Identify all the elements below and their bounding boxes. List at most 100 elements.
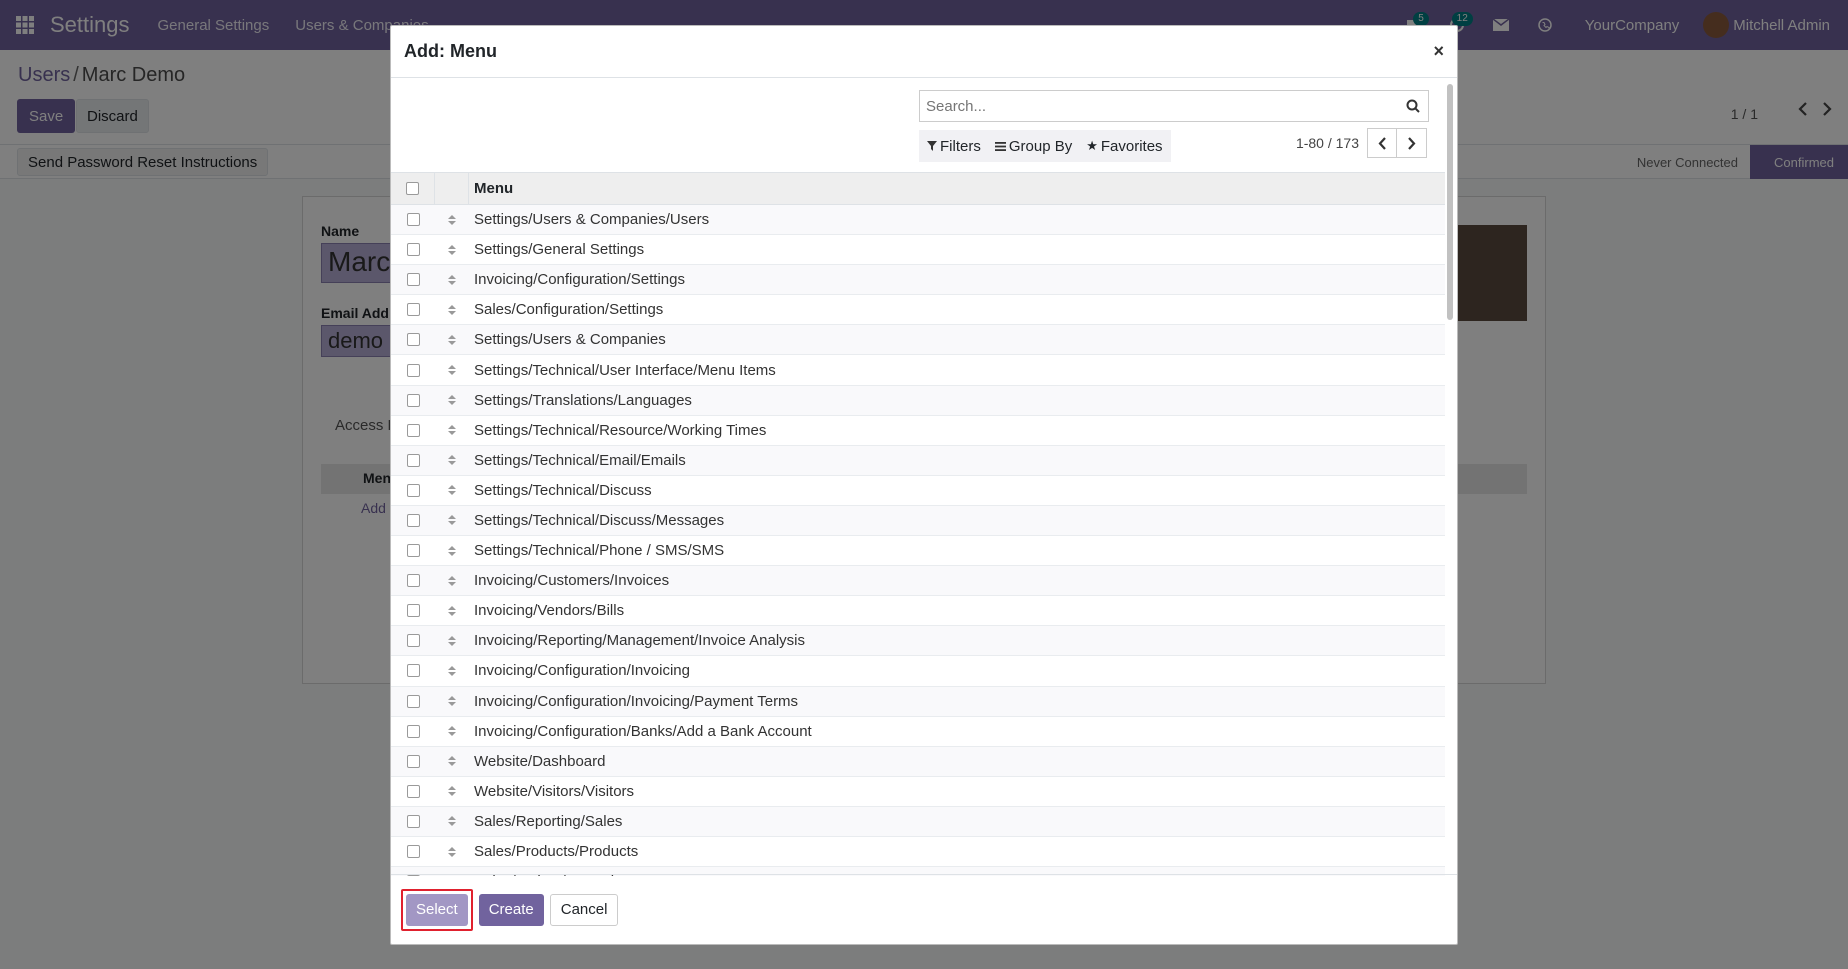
drag-handle-icon[interactable] xyxy=(435,596,469,625)
row-checkbox[interactable] xyxy=(406,664,420,678)
drag-handle-icon[interactable] xyxy=(435,777,469,806)
drag-handle-icon[interactable] xyxy=(435,747,469,776)
row-checkbox[interactable] xyxy=(406,604,420,618)
cancel-button[interactable]: Cancel xyxy=(549,893,619,926)
row-checkbox[interactable] xyxy=(406,453,420,467)
table-row[interactable]: Sales/Products/Products xyxy=(391,837,1445,868)
row-checkbox[interactable] xyxy=(406,213,420,227)
row-checkbox[interactable] xyxy=(406,303,420,317)
table-row[interactable]: Invoicing/Reporting/Management/Invoice A… xyxy=(391,626,1445,657)
drag-handle-icon[interactable] xyxy=(435,656,469,685)
row-checkbox[interactable] xyxy=(406,724,420,738)
table-row[interactable]: Settings/Technical/Phone / SMS/SMS xyxy=(391,536,1445,567)
list-prev-button[interactable] xyxy=(1367,128,1397,158)
table-row[interactable]: Website/Dashboard xyxy=(391,746,1445,777)
table-row[interactable]: Settings/Technical/User Interface/Menu I… xyxy=(391,355,1445,386)
row-menu-name: Settings/Technical/User Interface/Menu I… xyxy=(474,361,776,379)
drag-handle-icon[interactable] xyxy=(435,687,469,716)
drag-handle-icon[interactable] xyxy=(435,837,469,866)
row-menu-name: Settings/Technical/Discuss xyxy=(474,481,652,499)
scrollbar-thumb[interactable] xyxy=(1447,84,1453,320)
table-row[interactable]: Invoicing/Vendors/Bills xyxy=(391,596,1445,627)
row-menu-name: Settings/Technical/Discuss/Messages xyxy=(474,511,725,529)
drag-handle-icon[interactable] xyxy=(435,325,469,354)
search-icon[interactable] xyxy=(1398,91,1428,121)
scrollbar[interactable] xyxy=(1447,84,1453,884)
drag-handle-icon[interactable] xyxy=(435,386,469,415)
row-checkbox[interactable] xyxy=(406,784,420,798)
row-checkbox[interactable] xyxy=(406,333,420,347)
row-checkbox[interactable] xyxy=(406,754,420,768)
favorites-label: Favorites xyxy=(1100,137,1163,155)
table-row[interactable]: Invoicing/Configuration/Settings xyxy=(391,265,1445,296)
table-row[interactable]: Settings/Technical/Discuss/Messages xyxy=(391,505,1445,537)
menu-list-table: Menu Settings/Users & Companies/Users Set… xyxy=(391,172,1445,876)
drag-handle-icon[interactable] xyxy=(435,506,469,535)
list-pager-value[interactable]: 1-80 / 173 xyxy=(1296,135,1359,151)
drag-handle-icon[interactable] xyxy=(435,807,469,836)
drag-handle-icon[interactable] xyxy=(435,566,469,595)
drag-handle-icon[interactable] xyxy=(435,536,469,565)
row-checkbox[interactable] xyxy=(406,273,420,287)
row-checkbox[interactable] xyxy=(406,423,420,437)
table-row[interactable]: Invoicing/Customers/Invoices xyxy=(391,566,1445,597)
modal-title: Add: Menu xyxy=(404,41,497,61)
row-checkbox[interactable] xyxy=(406,363,420,377)
create-button[interactable]: Create xyxy=(478,893,544,926)
row-menu-name: Invoicing/Configuration/Invoicing/Paymen… xyxy=(474,692,799,710)
row-menu-name: Settings/Technical/Email/Emails xyxy=(474,451,686,469)
drag-handle-icon[interactable] xyxy=(435,476,469,505)
row-checkbox[interactable] xyxy=(406,483,420,497)
groupby-toggle[interactable]: Group By xyxy=(994,138,1072,155)
search-input[interactable] xyxy=(920,97,1398,115)
row-checkbox[interactable] xyxy=(406,694,420,708)
table-row[interactable]: Settings/Translations/Languages xyxy=(391,385,1445,416)
drag-handle-icon[interactable] xyxy=(435,355,469,384)
table-body: Settings/Users & Companies/Users Settings… xyxy=(391,205,1445,876)
table-row[interactable]: Invoicing/Configuration/Invoicing xyxy=(391,656,1445,687)
drag-handle-icon[interactable] xyxy=(435,416,469,445)
drag-handle-icon[interactable] xyxy=(435,626,469,655)
row-menu-name: Invoicing/Configuration/Settings xyxy=(474,271,685,289)
drag-handle-icon[interactable] xyxy=(435,265,469,294)
filters-label: Filters xyxy=(940,137,981,155)
column-header-menu[interactable]: Menu xyxy=(469,180,513,197)
table-row[interactable]: Settings/Technical/Resource/Working Time… xyxy=(391,416,1445,446)
table-row[interactable]: Settings/Users & Companies xyxy=(391,325,1445,356)
table-row[interactable]: Settings/Technical/Discuss xyxy=(391,476,1445,506)
row-checkbox[interactable] xyxy=(406,513,420,527)
row-menu-name: Sales/Configuration/Settings xyxy=(474,301,664,319)
table-row[interactable]: Invoicing/Configuration/Banks/Add a Bank… xyxy=(391,717,1445,747)
list-next-button[interactable] xyxy=(1397,128,1427,158)
row-menu-name: Sales/Products/Products xyxy=(474,843,639,861)
star-icon: ★ xyxy=(1086,138,1098,153)
row-checkbox[interactable] xyxy=(406,814,420,828)
table-row[interactable]: Sales/Reporting/Sales xyxy=(391,806,1445,837)
drag-handle-icon[interactable] xyxy=(435,717,469,746)
drag-handle-icon[interactable] xyxy=(435,446,469,475)
table-row[interactable]: Website/Visitors/Visitors xyxy=(391,777,1445,807)
row-checkbox[interactable] xyxy=(406,544,420,558)
row-checkbox[interactable] xyxy=(406,574,420,588)
row-checkbox[interactable] xyxy=(406,845,420,859)
drag-handle-icon[interactable] xyxy=(435,205,469,234)
table-row[interactable]: Settings/Users & Companies/Users xyxy=(391,205,1445,236)
close-icon[interactable]: × xyxy=(1433,41,1444,62)
select-button[interactable]: Select xyxy=(406,893,468,926)
favorites-toggle[interactable]: ★ Favorites xyxy=(1086,138,1162,155)
table-row[interactable]: Settings/General Settings xyxy=(391,235,1445,266)
table-row[interactable]: Invoicing/Configuration/Invoicing/Paymen… xyxy=(391,686,1445,717)
row-menu-name: Invoicing/Configuration/Invoicing xyxy=(474,662,690,680)
filters-toggle[interactable]: Filters xyxy=(927,138,981,155)
row-checkbox[interactable] xyxy=(406,393,420,407)
row-checkbox[interactable] xyxy=(406,243,420,257)
drag-handle-icon[interactable] xyxy=(435,295,469,324)
row-menu-name: Invoicing/Configuration/Banks/Add a Bank… xyxy=(474,722,812,740)
row-menu-name: Settings/Users & Companies xyxy=(474,331,666,349)
modal-header: Add: Menu × xyxy=(391,26,1457,78)
table-row[interactable]: Sales/Configuration/Settings xyxy=(391,295,1445,326)
drag-handle-icon[interactable] xyxy=(435,235,469,264)
table-row[interactable]: Settings/Technical/Email/Emails xyxy=(391,445,1445,476)
row-checkbox[interactable] xyxy=(406,634,420,648)
select-all-checkbox[interactable] xyxy=(406,182,419,195)
